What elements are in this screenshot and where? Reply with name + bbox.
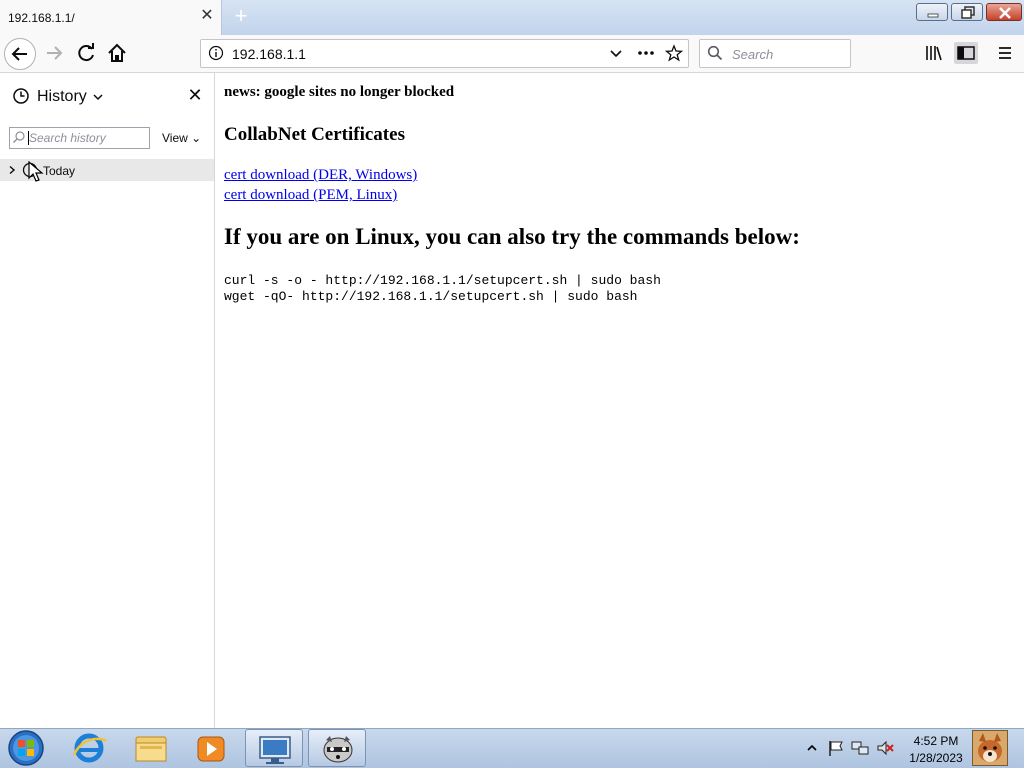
- expand-arrow-icon[interactable]: [7, 165, 17, 175]
- clock-time[interactable]: 4:52 PM: [908, 734, 964, 748]
- forward-icon[interactable]: [42, 41, 66, 65]
- browser-tab[interactable]: 192.168.1.1/ ✕: [0, 0, 222, 35]
- raccoon-app-icon[interactable]: [308, 729, 366, 767]
- url-text[interactable]: 192.168.1.1: [232, 46, 306, 62]
- sidebar-title-chevron-icon[interactable]: [92, 91, 104, 103]
- command-curl: curl -s -o - http://192.168.1.1/setupcer…: [224, 273, 661, 288]
- sidebar-toggle-icon[interactable]: [954, 42, 978, 64]
- back-button[interactable]: [4, 38, 36, 70]
- show-hidden-icons-icon[interactable]: [806, 742, 818, 754]
- cert-download-der-link[interactable]: cert download (DER, Windows): [224, 167, 417, 184]
- volume-muted-icon[interactable]: [876, 739, 894, 757]
- info-icon[interactable]: [208, 45, 224, 61]
- certs-heading: CollabNet Certificates: [224, 124, 405, 145]
- window-close-button[interactable]: [986, 3, 1022, 21]
- tab-close-icon[interactable]: ✕: [198, 7, 216, 25]
- clock-date[interactable]: 1/28/2023: [902, 751, 970, 765]
- history-search-placeholder: Search history: [29, 131, 106, 145]
- news-line: news: google sites no longer blocked: [224, 84, 455, 100]
- user-avatar[interactable]: [972, 730, 1008, 766]
- page-actions-icon[interactable]: [636, 45, 656, 61]
- minimize-button[interactable]: [916, 3, 948, 21]
- internet-explorer-icon[interactable]: [60, 729, 118, 767]
- search-placeholder: Search: [732, 47, 774, 62]
- search-icon: [707, 45, 723, 61]
- reload-icon[interactable]: [74, 41, 98, 65]
- sidebar-title[interactable]: History: [37, 88, 87, 106]
- cert-download-pem-link[interactable]: cert download (PEM, Linux): [224, 187, 397, 204]
- network-icon[interactable]: [851, 739, 869, 757]
- command-wget: wget -qO- http://192.168.1.1/setupcert.s…: [224, 289, 638, 304]
- action-center-flag-icon[interactable]: [827, 739, 845, 757]
- view-button[interactable]: View ⌄: [162, 131, 201, 145]
- chevron-down-icon[interactable]: [608, 45, 624, 61]
- view-label: View: [162, 131, 188, 145]
- start-button[interactable]: [6, 729, 46, 767]
- search-history-icon: [13, 131, 25, 143]
- file-explorer-icon[interactable]: [122, 729, 180, 767]
- clock-icon: [13, 88, 29, 104]
- remote-desktop-icon[interactable]: [245, 729, 303, 767]
- linux-heading: If you are on Linux, you can also try th…: [224, 224, 800, 249]
- restore-button[interactable]: [951, 3, 983, 21]
- bookmark-star-icon[interactable]: [665, 44, 683, 62]
- new-tab-icon[interactable]: +: [230, 5, 252, 28]
- home-icon[interactable]: [105, 41, 129, 65]
- history-group-label: Today: [43, 164, 76, 178]
- media-player-icon[interactable]: [182, 729, 240, 767]
- view-chevron-icon: ⌄: [191, 131, 202, 145]
- menu-icon[interactable]: [996, 45, 1014, 61]
- library-icon[interactable]: [924, 44, 944, 62]
- tab-title: 192.168.1.1/: [8, 11, 75, 25]
- mouse-cursor-icon: [28, 161, 44, 182]
- sidebar-close-icon[interactable]: ✕: [186, 86, 204, 104]
